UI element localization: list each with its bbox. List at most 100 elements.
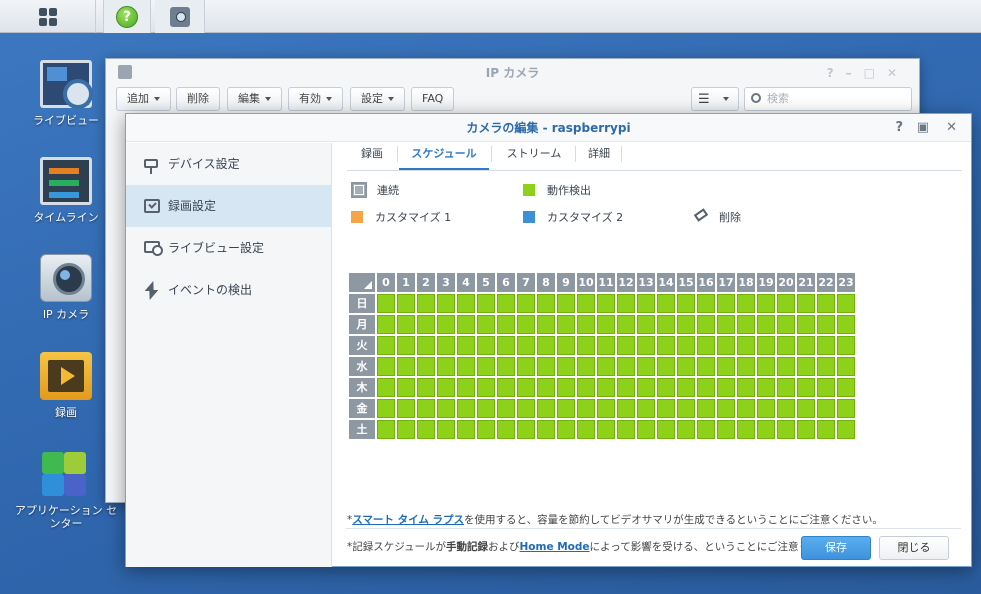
schedule-cell[interactable]: [577, 336, 595, 355]
enable-button[interactable]: 有効: [288, 87, 343, 111]
schedule-cell[interactable]: [497, 420, 515, 439]
schedule-cell[interactable]: [557, 357, 575, 376]
schedule-cell[interactable]: [637, 294, 655, 313]
schedule-cell[interactable]: [377, 399, 395, 418]
schedule-cell[interactable]: [417, 315, 435, 334]
schedule-cell[interactable]: [577, 315, 595, 334]
schedule-cell[interactable]: [697, 315, 715, 334]
schedule-cell[interactable]: [777, 378, 795, 397]
schedule-cell[interactable]: [417, 336, 435, 355]
schedule-cell[interactable]: [697, 378, 715, 397]
sidebar-item-device-settings[interactable]: デバイス設定: [126, 143, 331, 185]
legend-custom-1[interactable]: カスタマイズ 1: [351, 211, 451, 225]
schedule-cell[interactable]: [377, 336, 395, 355]
main-menu-button[interactable]: [0, 0, 96, 33]
schedule-cell[interactable]: [717, 315, 735, 334]
schedule-cell[interactable]: [677, 420, 695, 439]
schedule-cell[interactable]: [517, 420, 535, 439]
hour-header[interactable]: 12: [617, 273, 635, 292]
schedule-cell[interactable]: [457, 294, 475, 313]
schedule-cell[interactable]: [477, 399, 495, 418]
schedule-cell[interactable]: [497, 294, 515, 313]
schedule-cell[interactable]: [777, 399, 795, 418]
schedule-cell[interactable]: [657, 357, 675, 376]
schedule-cell[interactable]: [517, 399, 535, 418]
schedule-cell[interactable]: [437, 399, 455, 418]
schedule-cell[interactable]: [397, 357, 415, 376]
schedule-cell[interactable]: [477, 378, 495, 397]
schedule-cell[interactable]: [617, 420, 635, 439]
schedule-cell[interactable]: [717, 420, 735, 439]
schedule-cell[interactable]: [397, 315, 415, 334]
hour-header[interactable]: 2: [417, 273, 435, 292]
schedule-cell[interactable]: [817, 399, 835, 418]
hour-header[interactable]: 15: [677, 273, 695, 292]
schedule-cell[interactable]: [517, 336, 535, 355]
legend-motion-detection[interactable]: 動作検出: [523, 184, 591, 198]
help-icon[interactable]: ?: [895, 114, 903, 142]
hour-header[interactable]: 6: [497, 273, 515, 292]
schedule-cell[interactable]: [617, 294, 635, 313]
schedule-cell[interactable]: [537, 357, 555, 376]
maximize-icon[interactable]: ▣: [917, 114, 929, 142]
schedule-cell[interactable]: [617, 315, 635, 334]
schedule-cell[interactable]: [837, 315, 855, 334]
schedule-cell[interactable]: [437, 315, 455, 334]
legend-erase[interactable]: 削除: [693, 208, 741, 225]
hour-header[interactable]: 16: [697, 273, 715, 292]
schedule-cell[interactable]: [417, 399, 435, 418]
schedule-cell[interactable]: [417, 378, 435, 397]
day-header[interactable]: 土: [349, 420, 375, 439]
hour-header[interactable]: 20: [777, 273, 795, 292]
schedule-cell[interactable]: [557, 294, 575, 313]
schedule-cell[interactable]: [557, 420, 575, 439]
schedule-cell[interactable]: [777, 294, 795, 313]
hour-header[interactable]: 10: [577, 273, 595, 292]
hour-header[interactable]: 14: [657, 273, 675, 292]
hour-header[interactable]: 5: [477, 273, 495, 292]
schedule-cell[interactable]: [457, 399, 475, 418]
schedule-cell[interactable]: [797, 336, 815, 355]
sidebar-item-event-detection[interactable]: イベントの検出: [126, 269, 331, 311]
schedule-cell[interactable]: [737, 336, 755, 355]
schedule-cell[interactable]: [797, 420, 815, 439]
schedule-cell[interactable]: [517, 357, 535, 376]
schedule-cell[interactable]: [777, 420, 795, 439]
schedule-cell[interactable]: [397, 420, 415, 439]
schedule-cell[interactable]: [597, 294, 615, 313]
schedule-cell[interactable]: [677, 378, 695, 397]
sidebar-item-recording-settings[interactable]: 録画設定: [126, 185, 331, 227]
schedule-cell[interactable]: [537, 399, 555, 418]
schedule-cell[interactable]: [577, 420, 595, 439]
day-header[interactable]: 金: [349, 399, 375, 418]
schedule-cell[interactable]: [437, 420, 455, 439]
smart-timelapse-link[interactable]: スマート タイム ラプス: [352, 514, 464, 526]
hour-header[interactable]: 7: [517, 273, 535, 292]
schedule-cell[interactable]: [657, 294, 675, 313]
schedule-cell[interactable]: [637, 420, 655, 439]
schedule-cell[interactable]: [497, 357, 515, 376]
schedule-cell[interactable]: [417, 420, 435, 439]
delete-button[interactable]: 削除: [176, 87, 220, 111]
schedule-cell[interactable]: [597, 420, 615, 439]
schedule-cell[interactable]: [617, 357, 635, 376]
schedule-cell[interactable]: [477, 336, 495, 355]
schedule-cell[interactable]: [757, 399, 775, 418]
schedule-cell[interactable]: [837, 420, 855, 439]
schedule-cell[interactable]: [397, 336, 415, 355]
schedule-cell[interactable]: [717, 336, 735, 355]
hour-header[interactable]: 3: [437, 273, 455, 292]
schedule-cell[interactable]: [617, 378, 635, 397]
add-button[interactable]: 追加: [116, 87, 171, 111]
schedule-cell[interactable]: [837, 336, 855, 355]
schedule-cell[interactable]: [517, 315, 535, 334]
schedule-cell[interactable]: [417, 294, 435, 313]
schedule-cell[interactable]: [837, 294, 855, 313]
help-taskbar-button[interactable]: ?: [103, 0, 151, 33]
schedule-cell[interactable]: [577, 378, 595, 397]
schedule-cell[interactable]: [757, 420, 775, 439]
hour-header[interactable]: 13: [637, 273, 655, 292]
schedule-cell[interactable]: [697, 420, 715, 439]
faq-button[interactable]: FAQ: [411, 87, 455, 111]
schedule-cell[interactable]: [657, 399, 675, 418]
